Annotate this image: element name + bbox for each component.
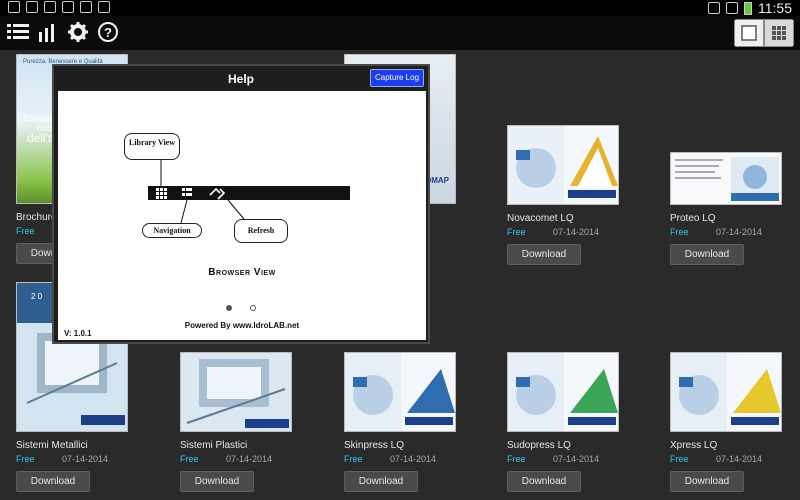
catalog-thumbnail[interactable] xyxy=(670,352,782,432)
single-view-button[interactable] xyxy=(734,19,764,47)
price-label: Free xyxy=(670,227,689,237)
list-icon[interactable] xyxy=(6,21,30,45)
status-bar: 11:55 xyxy=(0,0,800,16)
brochure-cover-image xyxy=(671,353,781,431)
item-date: 07-14-2014 xyxy=(390,454,437,464)
item-date: 07-14-2014 xyxy=(226,454,273,464)
help-dialog: Help Capture Log Library View Navigation… xyxy=(52,64,430,344)
view-toggle xyxy=(734,19,794,47)
gear-icon[interactable] xyxy=(66,21,90,45)
version-label: V: 1.0.1 xyxy=(64,329,92,338)
download-button[interactable]: Download xyxy=(16,471,90,492)
catalog-thumbnail[interactable] xyxy=(507,352,619,432)
price-label: Free xyxy=(507,454,526,464)
download-button[interactable]: Download xyxy=(507,244,581,265)
item-date: 07-14-2014 xyxy=(62,454,109,464)
powered-by: Powered By www.IdroLAB.net xyxy=(184,321,300,330)
page-dot-active[interactable] xyxy=(226,305,232,311)
thumb-text: Entrate xyxy=(23,113,53,123)
catalog-item[interactable]: Xpress LQ Free 07-14-2014 Download xyxy=(670,352,800,492)
mute-icon xyxy=(708,2,720,14)
refresh-callout: Refresh xyxy=(234,219,288,243)
catalog-thumbnail[interactable] xyxy=(180,352,292,432)
download-button[interactable]: Download xyxy=(180,471,254,492)
item-title: Xpress LQ xyxy=(670,440,718,451)
item-title: Skinpress LQ xyxy=(344,440,405,451)
wifi-icon xyxy=(726,2,738,14)
page-dot[interactable] xyxy=(250,305,256,311)
chart-icon[interactable] xyxy=(36,21,60,45)
grid-view-icon xyxy=(772,26,786,40)
item-title: Novacomet LQ xyxy=(507,213,574,224)
item-date: 07-14-2014 xyxy=(716,454,763,464)
download-button[interactable]: Download xyxy=(344,471,418,492)
price-label: Free xyxy=(344,454,363,464)
svg-text:2 0: 2 0 xyxy=(31,292,43,301)
catalog-thumbnail[interactable] xyxy=(670,152,782,205)
svg-text:?: ? xyxy=(104,25,112,40)
catalog-item[interactable]: Sudopress LQ Free 07-14-2014 Download xyxy=(507,352,647,492)
mail-icon xyxy=(62,1,74,13)
brochure-cover-image xyxy=(508,126,618,204)
help-content: Library View Navigation Refresh Browser … xyxy=(58,91,426,340)
download-button[interactable]: Download xyxy=(670,471,744,492)
capture-log-button[interactable]: Capture Log xyxy=(370,69,424,87)
item-title: Proteo LQ xyxy=(670,213,716,224)
brochure-cover-image xyxy=(508,353,618,431)
usb-icon xyxy=(8,1,20,13)
clock: 11:55 xyxy=(758,0,792,16)
item-date: 07-14-2014 xyxy=(553,454,600,464)
price-label: Free xyxy=(507,227,526,237)
help-diagram xyxy=(148,160,350,224)
library-view-callout: Library View xyxy=(124,133,180,160)
catalog-item[interactable]: Skinpress LQ Free 07-14-2014 Download xyxy=(344,352,484,492)
download-button[interactable]: Download xyxy=(670,244,744,265)
brochure-cover-image xyxy=(181,353,291,431)
catalog-thumbnail[interactable] xyxy=(507,125,619,205)
download-button[interactable]: Download xyxy=(507,471,581,492)
item-title: Sistemi Plastici xyxy=(180,440,248,451)
download-icon xyxy=(44,1,56,13)
item-date: 07-14-2014 xyxy=(716,227,763,237)
browser-view-caption: Browser View xyxy=(208,267,276,278)
image-icon xyxy=(26,1,38,13)
battery-icon xyxy=(744,1,752,15)
item-title: Sudopress LQ xyxy=(507,440,571,451)
brochure-cover-image xyxy=(671,153,781,204)
item-title: Sistemi Metallici xyxy=(16,440,88,451)
catalog-item[interactable]: Sistemi Plastici Free 07-14-2014 Downloa… xyxy=(180,352,320,492)
brochure-cover-image xyxy=(345,353,455,431)
catalog-item[interactable]: Proteo LQ Free 07-14-2014 Download xyxy=(670,152,800,265)
single-view-icon xyxy=(741,25,757,41)
play-icon xyxy=(98,1,110,13)
page-indicator xyxy=(226,305,256,311)
help-icon[interactable]: ? xyxy=(96,21,120,45)
action-bar: ? xyxy=(0,16,800,50)
price-label: Free xyxy=(670,454,689,464)
item-date: 07-14-2014 xyxy=(553,227,600,237)
navigation-callout: Navigation xyxy=(142,223,202,238)
price-label: Free xyxy=(180,454,199,464)
grid-view-button[interactable] xyxy=(764,19,794,47)
check-icon xyxy=(80,1,92,13)
catalog-thumbnail[interactable] xyxy=(344,352,456,432)
catalog-item[interactable]: Novacomet LQ Free 07-14-2014 Download xyxy=(507,125,647,265)
price-label: Free xyxy=(16,454,35,464)
